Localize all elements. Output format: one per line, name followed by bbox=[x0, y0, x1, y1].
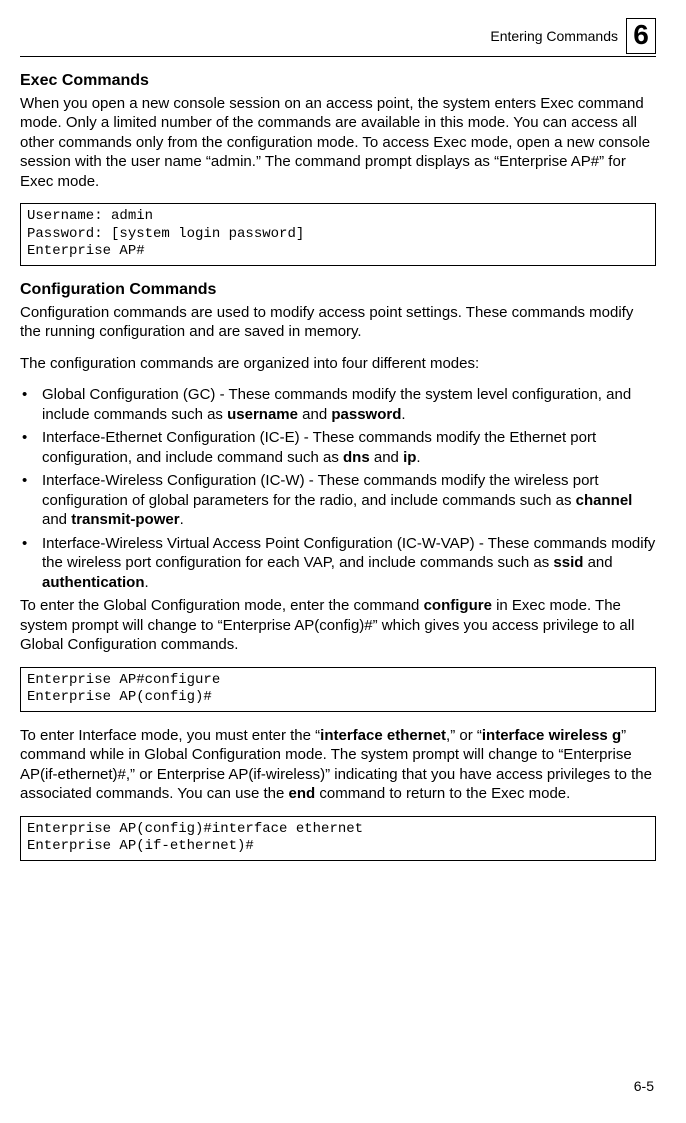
text: and bbox=[42, 511, 71, 528]
text: To enter Interface mode, you must enter … bbox=[20, 727, 320, 744]
text: . bbox=[416, 449, 420, 466]
text: Interface-Wireless Configuration (IC-W) … bbox=[42, 472, 599, 509]
bold-text: ip bbox=[403, 449, 416, 466]
page-header: Entering Commands 6 bbox=[20, 18, 656, 54]
config-commands-p1: Configuration commands are used to modif… bbox=[20, 303, 656, 342]
bold-text: ssid bbox=[553, 554, 583, 571]
chapter-number: 6 bbox=[633, 21, 649, 49]
text: ,” or “ bbox=[446, 727, 482, 744]
chapter-number-box: 6 bbox=[626, 18, 656, 54]
bold-text: configure bbox=[424, 597, 492, 614]
bold-text: username bbox=[227, 406, 298, 423]
config-interface-paragraph: To enter Interface mode, you must enter … bbox=[20, 726, 656, 804]
exec-commands-paragraph: When you open a new console session on a… bbox=[20, 94, 656, 192]
bold-text: transmit-power bbox=[71, 511, 179, 528]
config-modes-list: Global Configuration (GC) - These comman… bbox=[20, 385, 656, 592]
list-item: Interface-Wireless Virtual Access Point … bbox=[20, 534, 656, 593]
config-enter-gc-paragraph: To enter the Global Configuration mode, … bbox=[20, 596, 656, 655]
text: To enter the Global Configuration mode, … bbox=[20, 597, 424, 614]
exec-login-codebox: Username: admin Password: [system login … bbox=[20, 203, 656, 266]
text: and bbox=[370, 449, 403, 466]
list-item: Interface-Ethernet Configuration (IC-E) … bbox=[20, 428, 656, 467]
bold-text: authentication bbox=[42, 574, 145, 591]
text: Interface-Ethernet Configuration (IC-E) … bbox=[42, 429, 596, 466]
exec-commands-heading: Exec Commands bbox=[20, 71, 656, 92]
configure-codebox: Enterprise AP#configure Enterprise AP(co… bbox=[20, 667, 656, 712]
config-commands-heading: Configuration Commands bbox=[20, 280, 656, 301]
text: . bbox=[401, 406, 405, 423]
list-item: Interface-Wireless Configuration (IC-W) … bbox=[20, 471, 656, 530]
text: . bbox=[145, 574, 149, 591]
bold-text: channel bbox=[576, 492, 633, 509]
list-item: Global Configuration (GC) - These comman… bbox=[20, 385, 656, 424]
header-rule bbox=[20, 56, 656, 57]
interface-codebox: Enterprise AP(config)#interface ethernet… bbox=[20, 816, 656, 861]
page: Entering Commands 6 Exec Commands When y… bbox=[0, 0, 686, 1123]
bold-text: dns bbox=[343, 449, 370, 466]
text: and bbox=[298, 406, 331, 423]
text: and bbox=[583, 554, 612, 571]
page-number: 6-5 bbox=[634, 1077, 654, 1095]
bold-text: password bbox=[331, 406, 401, 423]
config-commands-p2: The configuration commands are organized… bbox=[20, 354, 656, 374]
bold-text: interface wireless g bbox=[482, 727, 621, 744]
bold-text: end bbox=[289, 785, 316, 802]
text: . bbox=[180, 511, 184, 528]
text: command to return to the Exec mode. bbox=[315, 785, 570, 802]
header-section-label: Entering Commands bbox=[490, 27, 618, 45]
bold-text: interface ethernet bbox=[320, 727, 446, 744]
